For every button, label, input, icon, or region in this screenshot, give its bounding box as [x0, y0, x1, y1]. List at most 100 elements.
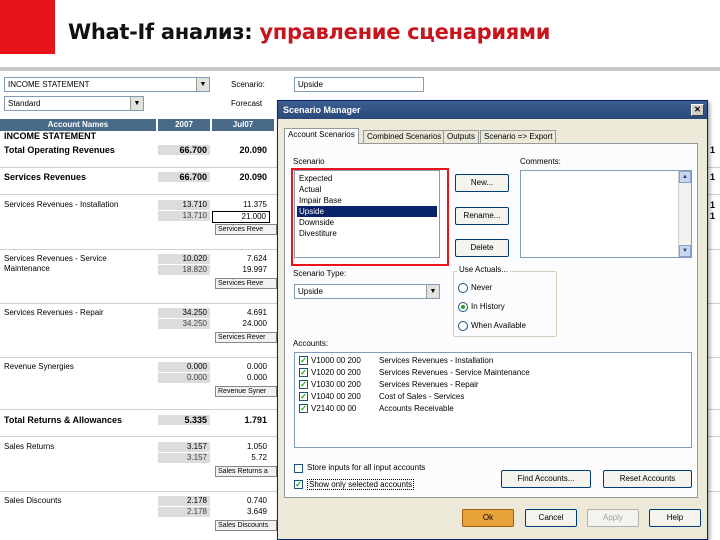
store-inputs-checkbox[interactable] — [294, 464, 303, 473]
cell-note: Revenue Syner — [215, 386, 277, 397]
cell-jul07[interactable]: 1.050 — [212, 442, 270, 452]
cell-jul07-input[interactable]: 19.997 — [212, 265, 270, 275]
cell-jul07[interactable]: 20.090 — [212, 145, 270, 155]
cell-jul07-input[interactable]: 3.649 — [212, 507, 270, 517]
cell-2007-base[interactable]: 3.157 — [158, 453, 210, 463]
account-desc: Accounts Receivable — [379, 404, 454, 413]
checkbox[interactable]: ✓ — [299, 404, 308, 413]
row-label-maintenance: Services Revenues - Service Maintenance — [4, 254, 107, 273]
cell-jul07[interactable]: 11.375 — [212, 200, 270, 210]
show-selected-checkbox[interactable]: ✓ — [294, 480, 303, 489]
cell-jul07[interactable]: 4.691 — [212, 308, 270, 318]
radio-never[interactable] — [458, 283, 468, 293]
radio-when-available[interactable] — [458, 321, 468, 331]
scenario-type-select[interactable]: Upside ▼ — [294, 284, 440, 299]
cell-2007[interactable]: 34.250 — [158, 308, 210, 318]
delete-scenario-button[interactable]: Delete — [455, 239, 509, 257]
account-code: V1040 00 200 — [311, 392, 361, 401]
cell-note: Services Reve — [215, 278, 277, 289]
cell-jul07[interactable]: 7.624 — [212, 254, 270, 264]
cell-jul07[interactable]: 0.740 — [212, 496, 270, 506]
cell-2007[interactable]: 10.020 — [158, 254, 210, 264]
statement-select[interactable]: INCOME STATEMENT ▼ — [4, 77, 210, 92]
scenario-select[interactable]: Upside — [294, 77, 424, 92]
dialog-title: Scenario Manager — [283, 105, 361, 115]
row-label-total-returns: Total Returns & Allowances — [4, 415, 123, 425]
help-button[interactable]: Help — [649, 509, 701, 527]
row-label-services-revenues: Services Revenues — [4, 172, 87, 182]
comments-label: Comments: — [520, 157, 561, 166]
chevron-down-icon[interactable]: ▼ — [426, 285, 439, 298]
checkbox[interactable]: ✓ — [299, 380, 308, 389]
standard-select[interactable]: Standard ▼ — [4, 96, 144, 111]
chevron-down-icon[interactable]: ▼ — [130, 97, 143, 110]
chevron-down-icon[interactable]: ▼ — [196, 78, 209, 91]
cell-2007[interactable]: 13.710 — [158, 200, 210, 210]
cell-jul07[interactable]: 1.791 — [212, 415, 270, 425]
tab-combined-scenarios[interactable]: Combined Scenarios — [363, 130, 446, 143]
rename-scenario-button[interactable]: Rename... — [455, 207, 509, 225]
cell-2007[interactable]: 66.700 — [158, 145, 210, 155]
statement-select-value: INCOME STATEMENT — [8, 80, 90, 89]
close-icon[interactable]: ✕ — [691, 104, 704, 116]
ok-button[interactable]: Ok — [462, 509, 514, 527]
cell-2007[interactable]: 3.157 — [158, 442, 210, 452]
find-accounts-button[interactable]: Find Accounts... — [501, 470, 591, 488]
comments-scrollbar[interactable]: ▲ ▼ — [678, 171, 691, 257]
cell-2007[interactable]: 0.000 — [158, 362, 210, 372]
red-accent-square — [0, 0, 55, 54]
cell-2007[interactable]: 2.178 — [158, 496, 210, 506]
account-code: V1030 00 200 — [311, 380, 361, 389]
offscreen-value: 1 — [710, 172, 716, 182]
account-desc: Services Revenues - Repair — [379, 380, 479, 389]
checkbox[interactable]: ✓ — [299, 356, 308, 365]
tab-scenario-export[interactable]: Scenario => Export — [480, 130, 557, 143]
scenario-manager-dialog: Scenario Manager ✕ Account Scenarios Com… — [277, 100, 708, 540]
row-label-sales-returns: Sales Returns — [4, 442, 55, 451]
cell-2007-base[interactable]: 13.710 — [158, 211, 210, 221]
cell-2007[interactable]: 5.335 — [158, 415, 210, 425]
cell-jul07[interactable]: 0.000 — [212, 362, 270, 372]
offscreen-value: 1 — [710, 145, 716, 155]
cell-jul07-input[interactable]: 21.000 — [212, 211, 270, 223]
cell-2007-base[interactable]: 18.820 — [158, 265, 210, 275]
reset-accounts-button[interactable]: Reset Accounts — [603, 470, 692, 488]
show-selected-label: Show only selected accounts — [307, 479, 415, 490]
cell-2007[interactable]: 66.700 — [158, 172, 210, 182]
cell-2007-base[interactable]: 0.000 — [158, 373, 210, 383]
col-header-2007: 2007 — [158, 119, 210, 131]
cell-2007-base[interactable]: 2.178 — [158, 507, 210, 517]
scroll-down-icon[interactable]: ▼ — [679, 245, 691, 257]
row-label-installation: Services Revenues - Installation — [4, 200, 119, 209]
radio-in-history[interactable] — [458, 302, 468, 312]
slide-title: What-If анализ: управление сценариями — [68, 20, 551, 44]
cell-2007-base[interactable]: 34.250 — [158, 319, 210, 329]
dialog-titlebar[interactable]: Scenario Manager ✕ — [278, 101, 707, 119]
cell-jul07-input[interactable]: 0.000 — [212, 373, 270, 383]
comments-textarea[interactable]: ▲ ▼ — [520, 170, 692, 258]
row-label-total-operating-revenues: Total Operating Revenues — [4, 145, 115, 155]
apply-button[interactable]: Apply — [587, 509, 639, 527]
new-scenario-button[interactable]: New... — [455, 174, 509, 192]
checkbox[interactable]: ✓ — [299, 392, 308, 401]
cell-jul07[interactable]: 20.090 — [212, 172, 270, 182]
cell-note: Sales Returns a — [215, 466, 277, 477]
offscreen-value: 1 — [710, 211, 716, 221]
accounts-list[interactable]: ✓ V1000 00 200 Services Revenues - Install… — [294, 352, 692, 448]
radio-in-history-label: In History — [471, 302, 505, 311]
scroll-up-icon[interactable]: ▲ — [679, 171, 691, 183]
tab-outputs[interactable]: Outputs — [443, 130, 480, 143]
account-code: V1020 00 200 — [311, 368, 361, 377]
account-desc: Services Revenues - Service Maintenance — [379, 368, 530, 377]
title-divider — [0, 67, 720, 71]
tab-account-scenarios[interactable]: Account Scenarios — [284, 128, 359, 144]
cell-jul07-input[interactable]: 5.72 — [212, 453, 270, 463]
col-header-jul07: Jul07 — [212, 119, 274, 131]
cell-note: Services Reve — [215, 224, 277, 235]
account-code: V1000 00 200 — [311, 356, 361, 365]
use-actuals-label: Use Actuals... — [457, 265, 510, 274]
checkbox[interactable]: ✓ — [299, 368, 308, 377]
cancel-button[interactable]: Cancel — [525, 509, 577, 527]
account-desc: Services Revenues - Installation — [379, 356, 494, 365]
cell-jul07-input[interactable]: 24.000 — [212, 319, 270, 329]
